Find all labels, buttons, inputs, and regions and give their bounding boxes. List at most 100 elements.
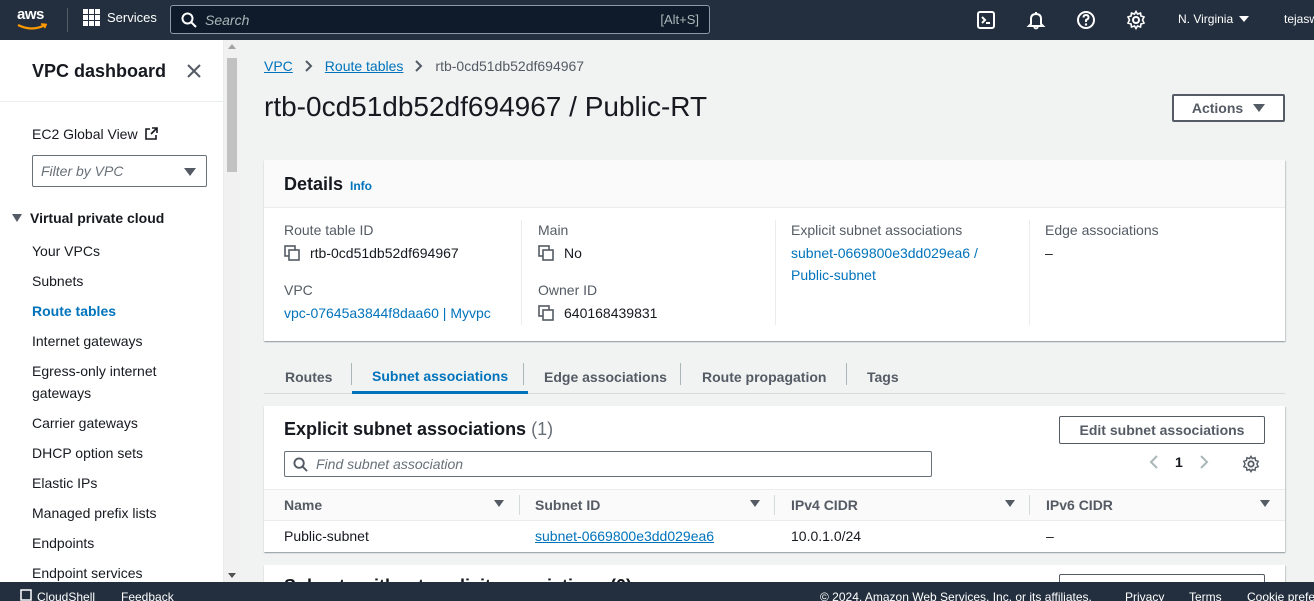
cell-name: Public-subnet (284, 528, 369, 544)
sidebar-title[interactable]: VPC dashboard (32, 61, 166, 82)
cloudshell-icon[interactable] (976, 10, 996, 30)
info-link[interactable]: Info (350, 179, 372, 193)
subnet-id-link[interactable]: subnet-0669800e3dd029ea6 (535, 528, 714, 544)
sidebar-item-route-tables[interactable]: Route tables (32, 300, 212, 322)
feedback-link[interactable]: Feedback (121, 590, 174, 601)
chevron-right-icon[interactable] (1199, 455, 1209, 469)
sort-icon[interactable] (494, 500, 504, 507)
tab-subnet-associations[interactable]: Subnet associations (352, 360, 529, 394)
global-search[interactable]: [Alt+S] (170, 5, 710, 34)
aws-logo-text: aws (17, 6, 44, 23)
table-header: Name Subnet ID IPv4 CIDR IPv6 CIDR (264, 489, 1285, 521)
search-shortcut: [Alt+S] (660, 12, 699, 27)
cookie-preferences-link[interactable]: Cookie preferences (1247, 590, 1314, 601)
vpc-filter-select[interactable]: Filter by VPC (32, 155, 207, 187)
column-resizer[interactable] (1029, 495, 1030, 515)
tab-tags[interactable]: Tags (867, 360, 899, 394)
sidebar-item-managed-prefix-lists[interactable]: Managed prefix lists (32, 502, 212, 524)
copy-icon[interactable] (538, 245, 554, 261)
sidebar-item-dhcp-option-sets[interactable]: DHCP option sets (32, 442, 212, 464)
page-title: rtb-0cd51db52df694967 / Public-RT (264, 91, 708, 122)
table-settings-gear-icon[interactable] (1242, 455, 1260, 473)
cloudshell-link[interactable]: CloudShell (37, 590, 95, 601)
column-header-subnet-id[interactable]: Subnet ID (535, 490, 600, 520)
edit-subnet-associations-button[interactable]: Edit subnet associations (1059, 416, 1265, 444)
vpc-filter-placeholder: Filter by VPC (41, 163, 124, 179)
chevron-right-icon (415, 60, 423, 72)
sidebar-nav-list: Your VPCs Subnets Route tables Internet … (32, 240, 212, 582)
cell-subnet-id: subnet-0669800e3dd029ea6 (535, 521, 714, 551)
expand-triangle-icon (12, 214, 22, 222)
terms-link[interactable]: Terms (1189, 590, 1222, 601)
table-row[interactable]: Public-subnet subnet-0669800e3dd029ea6 1… (264, 521, 1285, 552)
account-menu[interactable]: tejasw (1284, 12, 1314, 26)
settings-gear-icon[interactable] (1126, 10, 1146, 30)
help-icon[interactable] (1076, 10, 1096, 30)
sidebar-item-endpoint-services[interactable]: Endpoint services (32, 562, 212, 582)
notifications-bell-icon[interactable] (1026, 10, 1046, 30)
cloudshell-icon[interactable] (20, 589, 32, 601)
edge-associations-label: Edge associations (1045, 222, 1159, 238)
details-column-1: Route table ID rtb-0cd51db52df694967 VPC… (284, 220, 491, 324)
copy-icon[interactable] (284, 245, 300, 261)
main-label: Main (538, 222, 569, 238)
tab-bar: Routes Subnet associations Edge associat… (264, 360, 1285, 394)
sidebar-item-internet-gateways[interactable]: Internet gateways (32, 330, 212, 352)
panel-title: Explicit subnet associations (1) (284, 419, 553, 440)
panel-title-text: Explicit subnet associations (284, 419, 527, 439)
owner-id-text: 640168439831 (564, 305, 658, 321)
column-header-ipv6-cidr[interactable]: IPv6 CIDR (1046, 490, 1113, 520)
find-subnet-association-field[interactable] (284, 451, 932, 477)
sidebar-item-your-vpcs[interactable]: Your VPCs (32, 240, 212, 262)
column-resizer[interactable] (774, 495, 775, 515)
sidebar-item-endpoints[interactable]: Endpoints (32, 532, 212, 554)
sort-icon[interactable] (750, 500, 760, 507)
sidebar-item-subnets[interactable]: Subnets (32, 270, 212, 292)
chevron-left-icon[interactable] (1149, 455, 1159, 469)
page-number[interactable]: 1 (1175, 454, 1183, 470)
close-icon[interactable] (184, 61, 204, 81)
copy-icon[interactable] (538, 305, 554, 321)
explicit-association-link[interactable]: subnet-0669800e3dd029ea6 / (791, 242, 978, 264)
breadcrumb-vpc-link[interactable]: VPC (264, 58, 293, 74)
sidebar-item-egress-only-gateways[interactable]: Egress-only internet gateways (32, 360, 212, 404)
panel-count: (1) (531, 419, 554, 439)
tab-edge-associations[interactable]: Edge associations (544, 360, 667, 394)
nav-divider (67, 8, 68, 32)
details-header: Details Info (264, 160, 1285, 208)
ec2-global-view-link[interactable]: EC2 Global View (32, 126, 158, 142)
main-text: No (564, 245, 582, 261)
route-table-id-value: rtb-0cd51db52df694967 (284, 242, 491, 264)
actions-dropdown-button[interactable]: Actions (1172, 94, 1285, 122)
sidebar-scrollbar[interactable] (224, 40, 240, 582)
pagination: 1 (1149, 454, 1209, 470)
search-input[interactable] (205, 11, 661, 28)
column-header-ipv4-cidr[interactable]: IPv4 CIDR (791, 490, 858, 520)
sidebar: VPC dashboard EC2 Global View Filter by … (0, 40, 224, 582)
sort-icon[interactable] (1260, 500, 1270, 507)
services-menu-button[interactable]: Services (83, 9, 157, 26)
owner-id-value: 640168439831 (538, 302, 657, 324)
tab-route-propagation[interactable]: Route propagation (702, 360, 826, 394)
tab-routes[interactable]: Routes (285, 360, 332, 394)
sort-icon[interactable] (1005, 500, 1015, 507)
region-selector[interactable]: N. Virginia (1178, 12, 1250, 26)
privacy-link[interactable]: Privacy (1125, 590, 1164, 601)
column-resizer[interactable] (519, 495, 520, 515)
breadcrumb-route-tables-link[interactable]: Route tables (325, 58, 404, 74)
column-header-name[interactable]: Name (284, 490, 322, 520)
scroll-up-arrow-icon[interactable] (228, 44, 236, 49)
scrollbar-thumb[interactable] (227, 58, 237, 172)
chevron-right-icon (305, 60, 313, 72)
aws-smile-icon (17, 23, 47, 30)
sidebar-item-carrier-gateways[interactable]: Carrier gateways (32, 412, 212, 434)
explicit-association-link-name[interactable]: Public-subnet (791, 264, 978, 286)
vpc-link[interactable]: vpc-07645a3844f8daa60 | Myvpc (284, 302, 491, 324)
sidebar-item-elastic-ips[interactable]: Elastic IPs (32, 472, 212, 494)
find-subnet-association-input[interactable] (316, 456, 923, 472)
sidebar-section-vpc[interactable]: Virtual private cloud (12, 210, 164, 226)
caret-down-icon (1253, 104, 1266, 112)
aws-logo[interactable]: aws (17, 6, 51, 34)
details-title: Details (284, 174, 344, 194)
scroll-down-arrow-icon[interactable] (228, 573, 236, 578)
